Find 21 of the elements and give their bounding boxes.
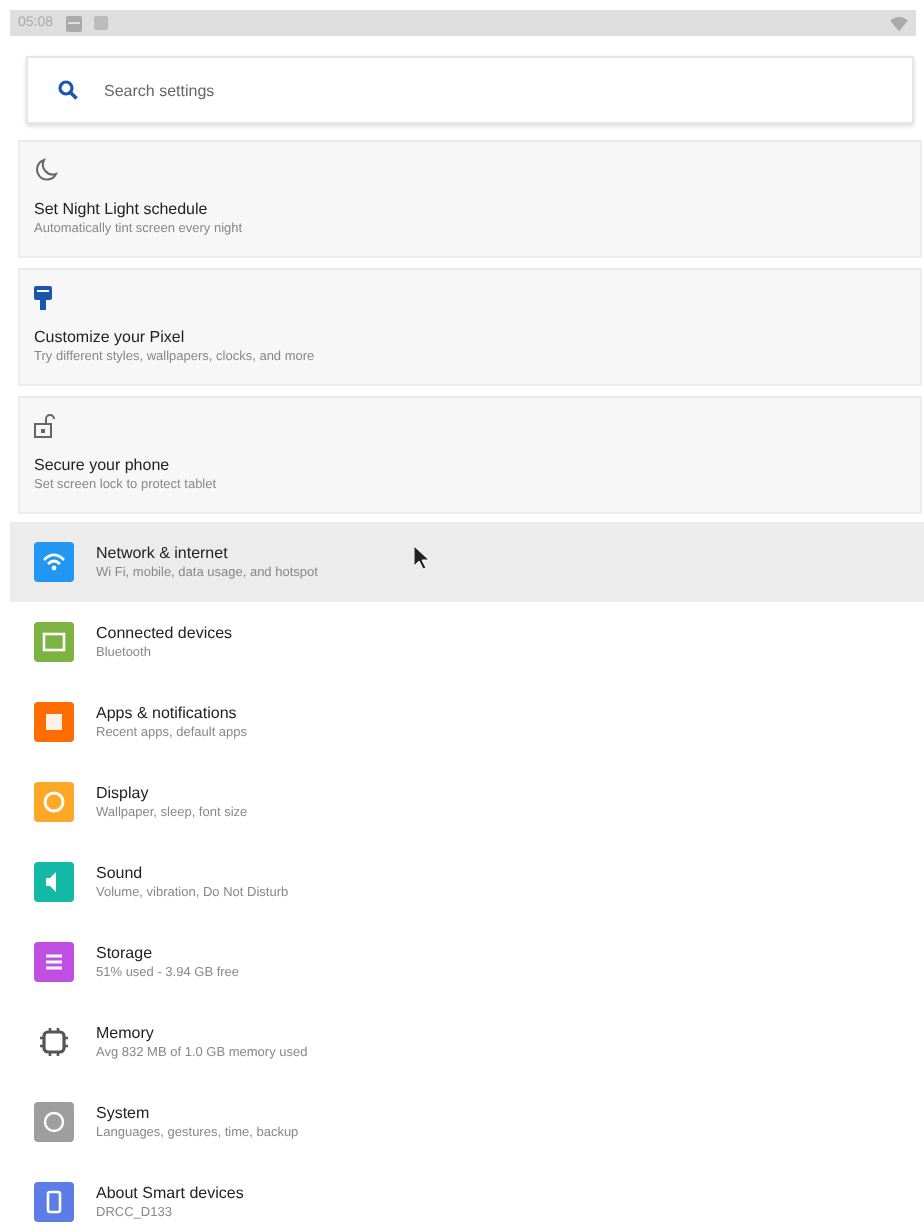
- unlocked-lock-icon: [34, 414, 56, 438]
- notification-icon: [65, 15, 82, 31]
- settings-title: Connected devices: [96, 621, 233, 643]
- settings-title: Apps & notifications: [96, 701, 237, 723]
- moon-icon: [34, 158, 58, 182]
- notification-icon: [93, 16, 108, 30]
- settings-title: About Smart devices: [96, 1181, 244, 1203]
- settings-title: Display: [96, 781, 149, 803]
- search-icon: [58, 80, 78, 100]
- settings-title: System: [96, 1101, 150, 1123]
- suggestion-title: Set Night Light schedule: [34, 198, 208, 220]
- chip-icon: [34, 1022, 74, 1062]
- suggestion-title: Secure your phone: [34, 454, 170, 476]
- search-field[interactable]: Search settings: [26, 56, 914, 124]
- settings-title: Network & internet: [96, 541, 228, 563]
- settings-title: Memory: [96, 1021, 154, 1043]
- settings-title: Storage: [96, 941, 153, 963]
- suggestion-title: Customize your Pixel: [34, 326, 185, 348]
- mouse-pointer-icon: [414, 546, 430, 570]
- wifi-icon: [890, 15, 908, 31]
- settings-title: Sound: [96, 861, 143, 883]
